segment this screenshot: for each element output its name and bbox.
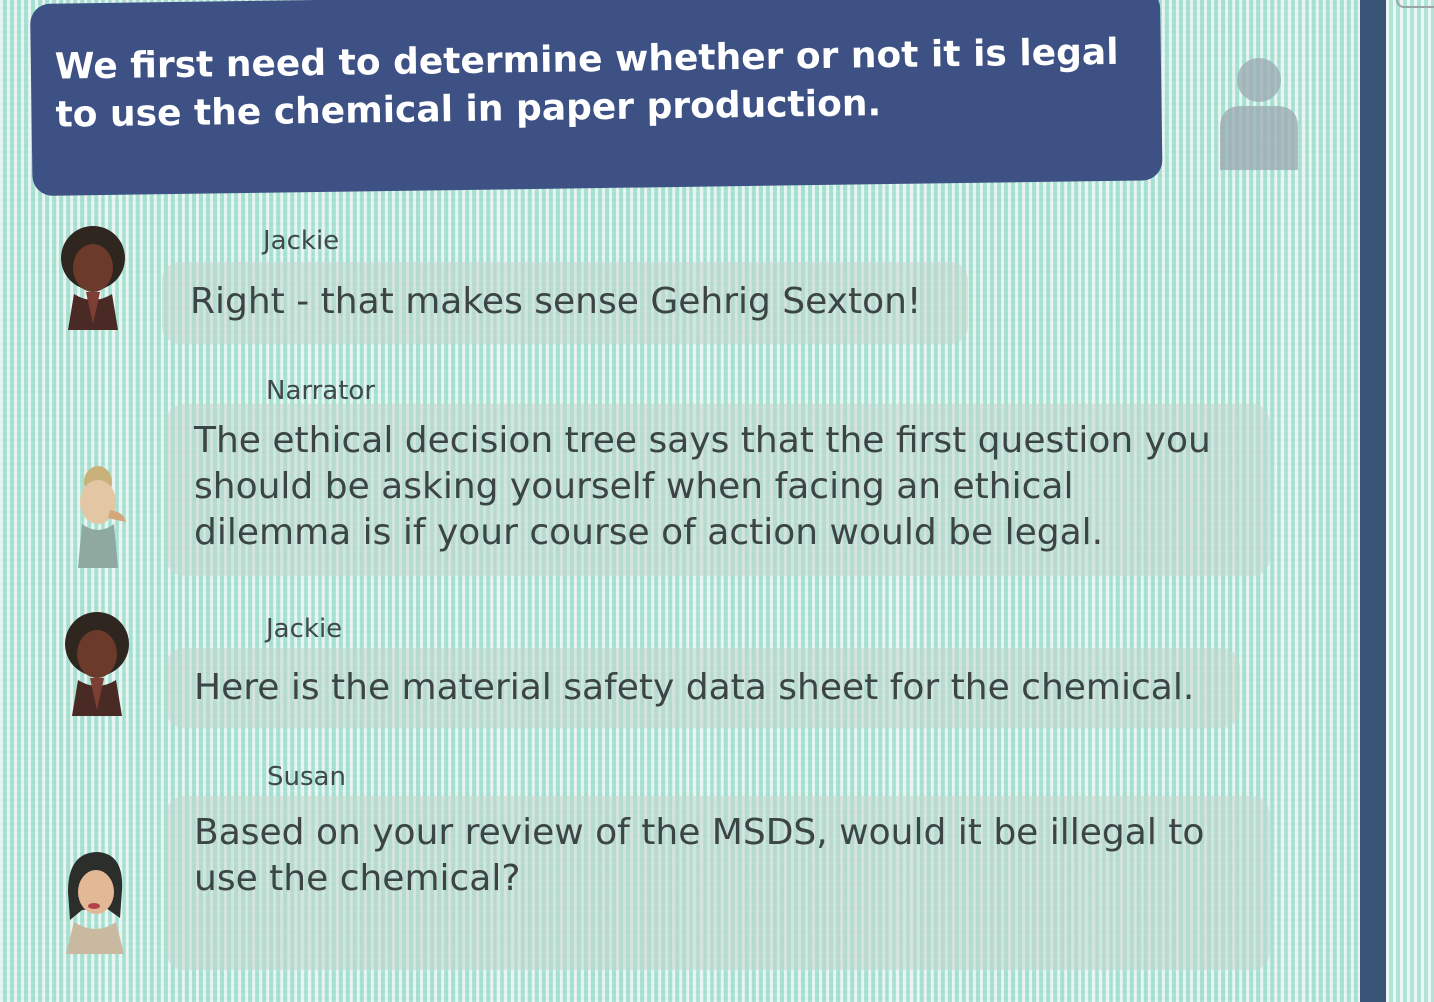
message-bubble: Right - that makes sense Gehrig Sexton!	[162, 262, 968, 344]
speaker-name: Susan	[267, 762, 346, 792]
side-panel	[1386, 0, 1434, 1002]
message-bubble: Based on your review of the MSDS, would …	[166, 796, 1270, 970]
speaker-name: Jackie	[263, 226, 340, 256]
message-text: Here is the material safety data sheet f…	[194, 667, 1195, 708]
user-avatar-icon	[1220, 58, 1298, 170]
message-text: Based on your review of the MSDS, would …	[194, 812, 1205, 899]
susan-avatar-icon	[66, 852, 124, 954]
narrator-avatar-icon	[78, 466, 126, 568]
panel-corner	[1396, 0, 1434, 8]
panel-divider	[1360, 0, 1386, 1002]
chat-transcript: We first need to determine whether or no…	[0, 0, 1360, 1002]
speaker-name: Narrator	[266, 376, 376, 406]
user-message-text: We first need to determine whether or no…	[54, 31, 1119, 136]
user-message-bubble: We first need to determine whether or no…	[30, 0, 1163, 196]
jackie-avatar-icon	[61, 226, 125, 330]
message-bubble: Here is the material safety data sheet f…	[166, 648, 1240, 728]
message-bubble: The ethical decision tree says that the …	[166, 404, 1270, 576]
message-text: The ethical decision tree says that the …	[194, 420, 1211, 553]
speaker-name: Jackie	[266, 614, 343, 644]
jackie-avatar-icon	[65, 612, 129, 716]
message-text: Right - that makes sense Gehrig Sexton!	[190, 281, 922, 322]
